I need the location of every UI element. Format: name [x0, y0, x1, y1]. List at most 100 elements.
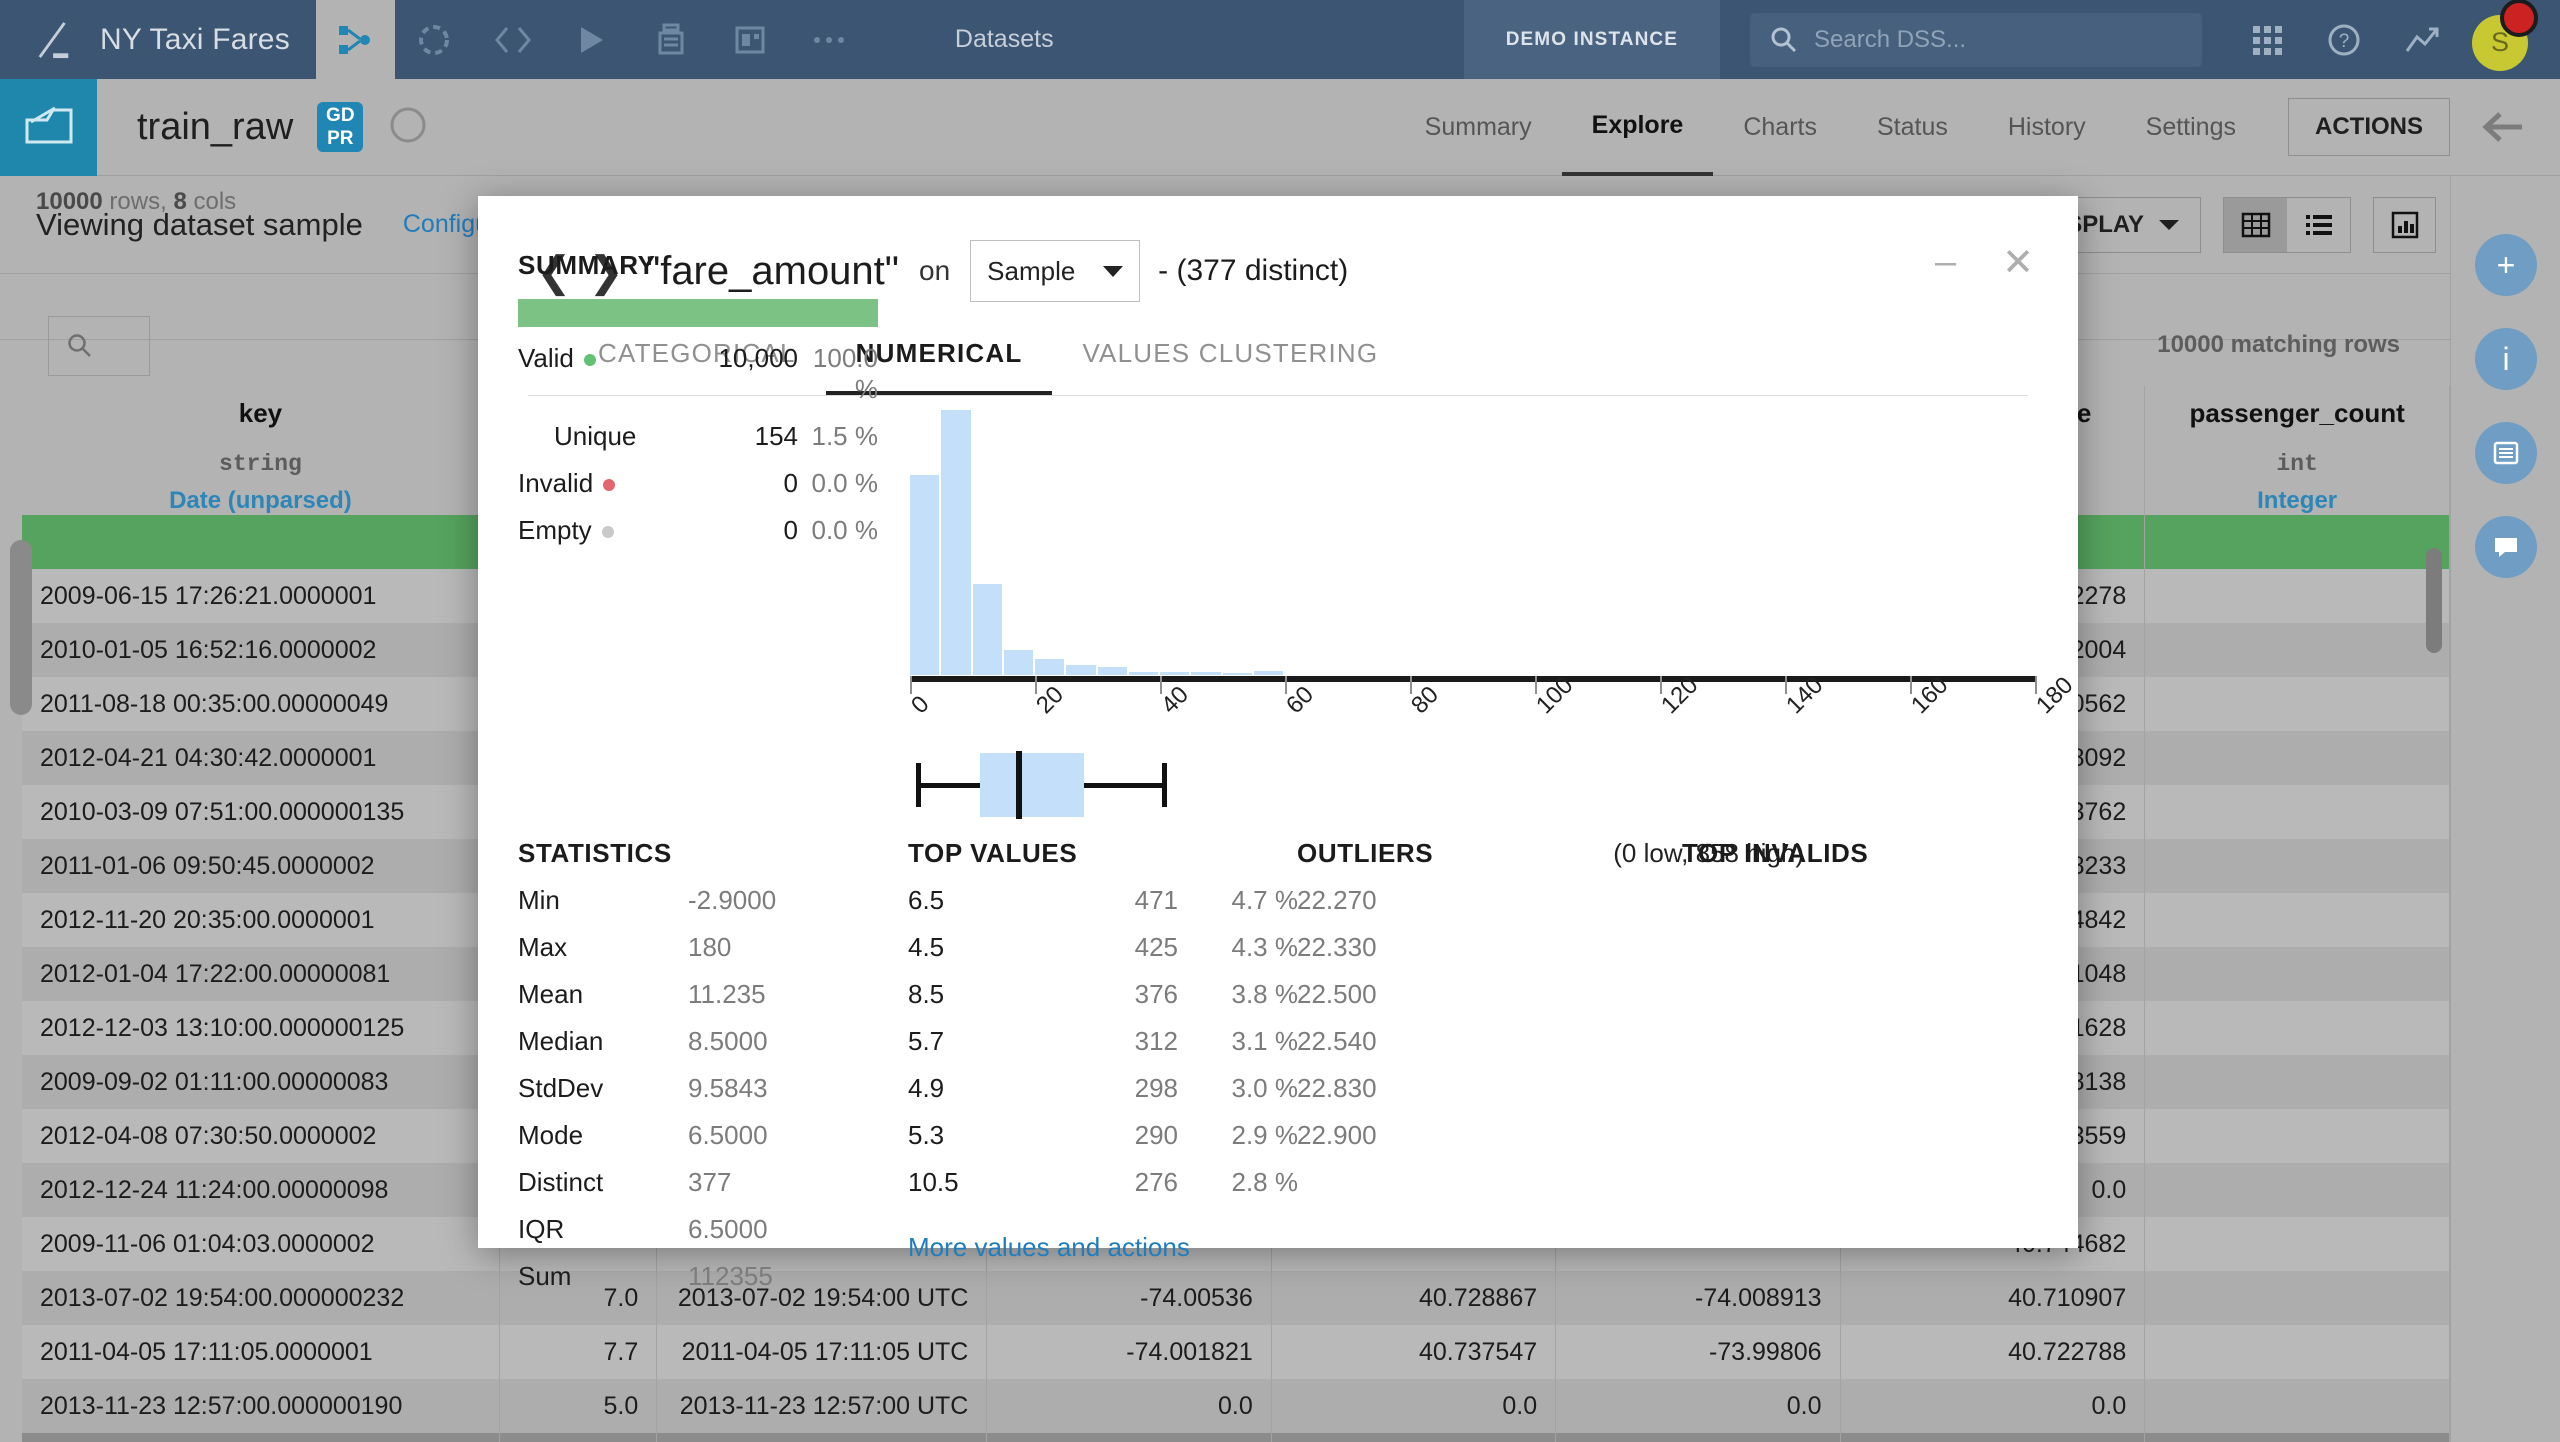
column-header-key[interactable]: key string Date (unparsed) [22, 386, 500, 515]
cell-fare-amount[interactable]: 12.5 [499, 1433, 658, 1442]
cell-pickup-longitude[interactable]: 0.0 [986, 1379, 1272, 1433]
tab-settings[interactable]: Settings [2116, 79, 2266, 176]
cell-key[interactable]: 2012-04-21 04:30:42.0000001 [22, 731, 500, 785]
cell-passenger-count[interactable] [2144, 569, 2450, 623]
search-input[interactable]: Search DSS... [1750, 12, 2202, 67]
more-icon[interactable] [790, 0, 869, 79]
cell-pickup-latitude[interactable]: 40.769465 [1271, 1433, 1557, 1442]
close-icon[interactable]: ✕ [2002, 240, 2034, 285]
histogram-bar[interactable] [972, 584, 1002, 675]
cell-passenger-count[interactable] [2144, 1271, 2450, 1325]
chart-view-icon[interactable] [2373, 196, 2436, 253]
histogram-bar[interactable] [910, 474, 940, 675]
cell-key[interactable]: 2010-01-05 16:52:16.0000002 [22, 623, 500, 677]
cell-key[interactable]: 2012-11-20 20:35:00.0000001 [22, 893, 500, 947]
cell-fare-amount[interactable]: 7.7 [499, 1325, 658, 1379]
cell-pickup-longitude[interactable]: -73.98643 [986, 1433, 1272, 1442]
collapse-panel-icon[interactable] [2450, 110, 2560, 144]
cell-key[interactable]: 2013-07-02 19:54:00.000000232 [22, 1271, 500, 1325]
cell-key[interactable]: 2012-12-03 13:10:00.000000125 [22, 1001, 500, 1055]
cell-passenger-count[interactable] [2144, 1433, 2450, 1442]
table-row[interactable]: 2013-11-23 12:57:00.000000190 5.0 2013-11-… [22, 1379, 2450, 1433]
cell-pickup-datetime[interactable]: 2014-02-10 07:22:00 UTC [656, 1433, 988, 1442]
column-header-passenger-count[interactable]: passenger_count int Integer [2144, 386, 2450, 515]
cell-dropoff-latitude[interactable]: 40.737075 [1840, 1433, 2146, 1442]
cell-passenger-count[interactable] [2144, 947, 2450, 1001]
details-list-icon[interactable] [2475, 422, 2537, 484]
column-meaning[interactable]: Date (unparsed) [40, 477, 481, 515]
cell-passenger-count[interactable] [2144, 1001, 2450, 1055]
gdpr-badge[interactable]: GD PR [317, 102, 364, 152]
help-icon[interactable]: ? [2326, 22, 2362, 58]
cell-dropoff-longitude[interactable]: 0.0 [1555, 1379, 1841, 1433]
cell-key[interactable]: 2013-11-23 12:57:00.000000190 [22, 1379, 500, 1433]
top-value-row[interactable]: 10.5 276 2.8 % [908, 1167, 1298, 1198]
tab-explore[interactable]: Explore [1561, 79, 1714, 176]
notification-badge-icon[interactable] [2500, 0, 2538, 37]
cell-pickup-longitude[interactable]: -74.00536 [986, 1271, 1272, 1325]
top-value-row[interactable]: 8.5 376 3.8 % [908, 979, 1298, 1010]
cell-passenger-count[interactable] [2144, 623, 2450, 677]
table-row[interactable]: 2011-04-05 17:11:05.0000001 7.7 2011-04-05… [22, 1325, 2450, 1379]
histogram-bar[interactable] [1191, 671, 1221, 675]
tab-values-clustering[interactable]: VALUES CLUSTERING [1052, 338, 1408, 395]
cell-key[interactable]: 2012-12-24 11:24:00.00000098 [22, 1163, 500, 1217]
vertical-scrollbar-secondary[interactable] [2426, 548, 2442, 653]
dashboard-icon[interactable] [711, 0, 790, 79]
tab-charts[interactable]: Charts [1713, 79, 1847, 176]
list-view-icon[interactable] [2287, 198, 2350, 252]
cell-passenger-count[interactable] [2144, 1325, 2450, 1379]
cell-passenger-count[interactable] [2144, 1379, 2450, 1433]
minimize-icon[interactable]: – [1935, 241, 1956, 284]
scope-select[interactable]: Sample [970, 240, 1141, 302]
cell-dropoff-latitude[interactable]: 40.722788 [1840, 1325, 2146, 1379]
cell-passenger-count[interactable] [2144, 1109, 2450, 1163]
cell-passenger-count[interactable] [2144, 1163, 2450, 1217]
cell-key[interactable]: 2011-04-05 17:11:05.0000001 [22, 1325, 500, 1379]
cell-dropoff-latitude[interactable]: 0.0 [1840, 1379, 2146, 1433]
cell-key[interactable]: 2012-01-04 17:22:00.00000081 [22, 947, 500, 1001]
cell-pickup-longitude[interactable]: -74.001821 [986, 1325, 1272, 1379]
cell-key[interactable]: 2010-03-09 07:51:00.000000135 [22, 785, 500, 839]
top-value-row[interactable]: 4.9 298 3.0 % [908, 1073, 1298, 1104]
add-icon[interactable]: + [2475, 234, 2537, 296]
cell-passenger-count[interactable] [2144, 893, 2450, 947]
cell-pickup-datetime[interactable]: 2013-11-23 12:57:00 UTC [656, 1379, 988, 1433]
jobs-icon[interactable] [632, 0, 711, 79]
tab-history[interactable]: History [1978, 79, 2116, 176]
cell-dropoff-longitude[interactable]: -74.008913 [1555, 1271, 1841, 1325]
histogram-bar[interactable] [1253, 670, 1283, 675]
cell-fare-amount[interactable]: 5.0 [499, 1379, 658, 1433]
cell-dropoff-longitude[interactable]: -73.98800 [1555, 1433, 1841, 1442]
column-meaning[interactable]: Integer [2163, 477, 2431, 515]
histogram-bar[interactable] [1160, 672, 1190, 675]
top-value-row[interactable]: 4.5 425 4.3 % [908, 932, 1298, 963]
histogram-bar[interactable] [1222, 672, 1252, 675]
cell-key[interactable]: 2009-11-06 01:04:03.0000002 [22, 1217, 500, 1271]
tab-status[interactable]: Status [1847, 79, 1978, 176]
compass-icon[interactable] [387, 104, 429, 151]
cell-passenger-count[interactable] [2144, 1217, 2450, 1271]
histogram-bar[interactable] [1003, 649, 1033, 675]
cell-passenger-count[interactable] [2144, 1055, 2450, 1109]
tab-summary[interactable]: Summary [1395, 79, 1562, 176]
top-value-row[interactable]: 5.7 312 3.1 % [908, 1026, 1298, 1057]
histogram-bar[interactable] [1128, 671, 1158, 675]
recipe-icon[interactable] [395, 0, 474, 79]
cell-passenger-count[interactable] [2144, 731, 2450, 785]
cell-key[interactable]: 2009-09-02 01:11:00.00000083 [22, 1055, 500, 1109]
cell-key[interactable]: 2014-02-10 07:22:00.00000074 [22, 1433, 500, 1442]
cell-pickup-latitude[interactable]: 40.737547 [1271, 1325, 1557, 1379]
more-values-link[interactable]: More values and actions [908, 1232, 1190, 1263]
cell-passenger-count[interactable] [2144, 785, 2450, 839]
vertical-scrollbar[interactable] [10, 540, 32, 715]
top-value-row[interactable]: 5.3 290 2.9 % [908, 1120, 1298, 1151]
cell-pickup-latitude[interactable]: 40.728867 [1271, 1271, 1557, 1325]
cell-key[interactable]: 2011-01-06 09:50:45.0000002 [22, 839, 500, 893]
cell-key[interactable]: 2012-04-08 07:30:50.0000002 [22, 1109, 500, 1163]
project-brand[interactable]: NY Taxi Fares [0, 0, 316, 79]
apps-grid-icon[interactable] [2250, 23, 2284, 57]
flow-icon[interactable] [315, 0, 395, 79]
cell-passenger-count[interactable] [2144, 677, 2450, 731]
table-row[interactable]: 2013-07-02 19:54:00.000000232 7.0 2013-07-… [22, 1271, 2450, 1325]
